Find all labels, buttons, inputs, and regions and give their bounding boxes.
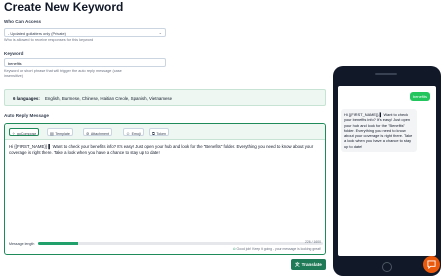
translate-icon: 文 — [295, 262, 300, 267]
access-help: Who is allowed to receive responses for … — [4, 38, 94, 42]
chat-launcher-button[interactable] — [423, 256, 440, 273]
template-button[interactable]: ▤ Template — [47, 128, 73, 136]
access-label: Who Can Access — [4, 19, 42, 24]
attachment-button[interactable]: ⊘ Attachment — [83, 128, 113, 136]
incoming-message-bubble: Hi {{FIRST_NAME}} ▌ Want to check your b… — [341, 109, 417, 153]
access-select[interactable]: - Updated gollatters only (Private) ⌄ — [4, 28, 166, 37]
access-select-value: - Updated gollatters only (Private) — [8, 31, 66, 36]
page-title: Create New Keyword — [4, 0, 124, 14]
message-text[interactable]: Hi {{FIRST_NAME}} ▌ Want to check your b… — [9, 144, 323, 156]
emoji-button[interactable]: ☺ Emoji — [123, 128, 144, 136]
emoji-icon: ☺ — [126, 130, 131, 136]
keyword-help-line-2: insensitive) — [4, 74, 23, 78]
languages-list: English, Burmese, Chinese, Haitian Creol… — [45, 96, 173, 101]
message-length-count: 226 / 1600 — [304, 240, 321, 244]
phone-screen: benefits Hi {{FIRST_NAME}} ▌ Want to che… — [338, 86, 436, 256]
languages-count: 6 languages: — [13, 96, 40, 101]
phone-speaker — [375, 73, 397, 75]
message-length-bar — [38, 242, 323, 245]
chat-icon — [427, 260, 436, 270]
outgoing-message-bubble: benefits — [409, 92, 430, 101]
check-circle-icon: ⊙ — [232, 247, 236, 251]
document-icon: ▤ — [50, 130, 54, 136]
token-button[interactable]: ⧉ Token — [149, 128, 169, 136]
phone-preview: benefits Hi {{FIRST_NAME}} ▌ Want to che… — [333, 66, 441, 276]
editor-toolbar: ✧ goCompose ▤ Template ⊘ Attachment ☺ Emoji … — [5, 124, 325, 140]
sparkle-icon: ✧ — [12, 130, 16, 136]
message-length-fill — [38, 242, 78, 245]
keyword-input[interactable]: benefits — [4, 58, 166, 67]
translate-button[interactable]: 文 Translate — [291, 259, 326, 270]
paperclip-icon: ⊘ — [86, 130, 90, 136]
chevron-down-icon: ⌄ — [158, 30, 162, 35]
keyword-label: Keyword — [4, 51, 24, 56]
phone-home-button — [382, 262, 392, 272]
gocompose-button[interactable]: ✧ goCompose — [9, 128, 40, 136]
languages-panel: 6 languages: English, Burmese, Chinese, … — [4, 89, 326, 106]
message-length-label: Message length — [9, 242, 35, 246]
keyword-input-value: benefits — [8, 61, 22, 66]
message-length-note: ⊙Good job! Keep it going - your message … — [232, 247, 321, 251]
message-editor[interactable]: ✧ goCompose ▤ Template ⊘ Attachment ☺ Emoji … — [4, 123, 326, 255]
auto-reply-label: Auto Reply Message — [4, 113, 49, 118]
token-icon: ⧉ — [152, 130, 155, 136]
